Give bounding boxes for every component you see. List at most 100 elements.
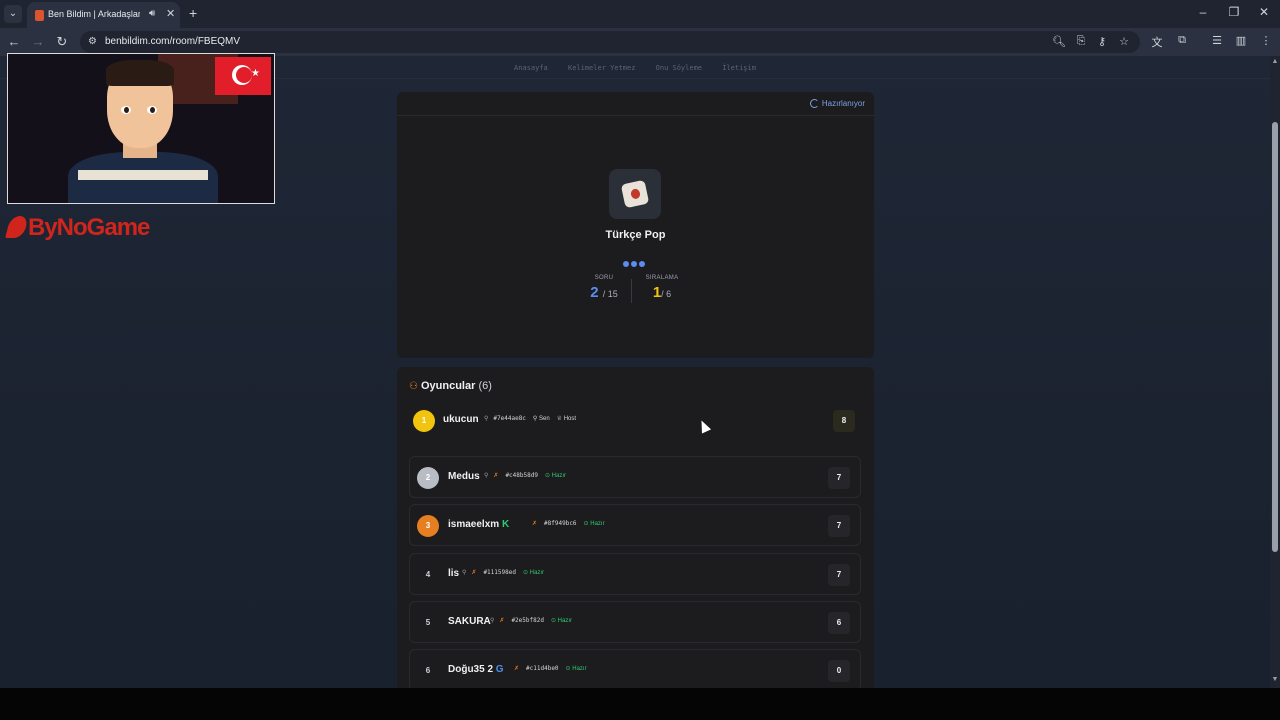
media-controls-icon[interactable]: ☰ bbox=[1209, 34, 1225, 47]
nav-link-taboo[interactable]: Onu Söyleme bbox=[656, 64, 702, 72]
install-app-icon[interactable]: ⎘ bbox=[1073, 35, 1089, 48]
player-row[interactable]: 5 SAKURA ⚲ ✗ #2e5bf82d ⊙ Hazır 6 bbox=[409, 601, 861, 643]
scroll-up-icon[interactable]: ▲ bbox=[1270, 58, 1280, 65]
zoom-icon[interactable]: 🔍︎ bbox=[1051, 35, 1067, 48]
category-icon bbox=[609, 169, 661, 219]
player-id: #7e44ae8c bbox=[493, 415, 526, 422]
rank-label: SIRALAMA bbox=[645, 275, 679, 281]
player-row[interactable]: 4 lis ⚲ ✗ #111598ed ⊙ Hazır 7 bbox=[409, 553, 861, 595]
ready-label: Hazır bbox=[572, 666, 587, 672]
ready-label: Hazır bbox=[529, 570, 544, 576]
player-name: Doğu35 2 G bbox=[448, 664, 504, 675]
close-tab-icon[interactable]: ✕ bbox=[166, 7, 175, 20]
address-bar[interactable]: ⚙ benbildim.com/room/FBEQMV 🔍︎ ⎘ ⚷ ☆ bbox=[80, 31, 1140, 53]
player-row[interactable]: 1 ukucun ⚲ #7e44ae8c ⚲ Sen ♕ Host 8 bbox=[409, 409, 861, 451]
profile-icon[interactable]: ▥ bbox=[1233, 34, 1249, 47]
player-name: lis bbox=[448, 568, 460, 579]
avatar-eye bbox=[147, 106, 157, 114]
card-header-divider bbox=[397, 115, 874, 116]
brand-text: ByNoGame bbox=[28, 214, 150, 241]
rank-total: / 6 bbox=[661, 289, 672, 299]
brand-logo: ByNoGame bbox=[5, 214, 150, 242]
player-name: Medus bbox=[448, 471, 480, 482]
host-badge: ♕ Host bbox=[556, 416, 577, 422]
rank-badge: 1 bbox=[413, 410, 435, 432]
player-score: 7 bbox=[828, 515, 850, 537]
user-icon: ⚲ bbox=[490, 618, 495, 624]
player-row[interactable]: 3 ismaeelxm K ✗ #8f949bc6 ⊙ Hazır 7 bbox=[409, 504, 861, 546]
close-window-icon[interactable]: ✕ bbox=[1254, 5, 1274, 19]
rank-stat: SIRALAMA 1/ 6 bbox=[641, 275, 683, 301]
tab-title: Ben Bildim | Arkadaşlarınla ... bbox=[48, 9, 140, 19]
forward-icon[interactable]: → bbox=[30, 34, 46, 49]
player-row[interactable]: 2 Medus ⚲ ✗ #c48b58d9 ⊙ Hazır 7 bbox=[409, 456, 861, 498]
site-info-icon[interactable]: ⚙ bbox=[88, 36, 97, 47]
kick-icon[interactable]: ✗ bbox=[514, 666, 519, 672]
player-name: SAKURA bbox=[448, 616, 491, 627]
kick-icon[interactable]: ✗ bbox=[493, 473, 498, 479]
category-title: Türkçe Pop bbox=[605, 229, 666, 241]
back-icon[interactable]: ← bbox=[6, 34, 22, 49]
favicon-icon bbox=[35, 10, 44, 21]
rank-current: 1 bbox=[652, 284, 662, 301]
kick-icon[interactable]: ✗ bbox=[471, 570, 476, 576]
new-tab-icon[interactable]: + bbox=[189, 5, 197, 21]
browser-toolbar: ← → ↻ ⚙ benbildim.com/room/FBEQMV 🔍︎ ⎘ ⚷… bbox=[0, 28, 1280, 56]
rank-badge: 4 bbox=[425, 570, 431, 579]
player-score: 6 bbox=[828, 612, 850, 634]
player-id: #8f949bc6 bbox=[544, 520, 577, 527]
players-count: (6) bbox=[478, 380, 492, 392]
kick-icon[interactable]: ✗ bbox=[532, 521, 537, 527]
speaker-icon[interactable]: 🔊︎ bbox=[149, 8, 155, 19]
player-id: #2e5bf82d bbox=[511, 617, 544, 624]
dot bbox=[631, 261, 637, 267]
restore-icon[interactable]: ❐ bbox=[1224, 5, 1244, 19]
player-score: 7 bbox=[828, 467, 850, 489]
question-current: 2 bbox=[590, 284, 599, 301]
page-scrollbar[interactable]: ▲ ▼ bbox=[1270, 56, 1280, 688]
status-indicator: Hazırlanıyor bbox=[809, 99, 865, 108]
pupil bbox=[124, 107, 129, 113]
nav-link-words[interactable]: Kelimeler Yetmez bbox=[568, 64, 635, 72]
users-icon: ⚇ bbox=[409, 381, 418, 392]
player-meta: ⚲ ✗ #2e5bf82d ⊙ Hazır bbox=[490, 617, 572, 624]
ready-status: ⊙ Hazır bbox=[583, 521, 605, 527]
scroll-down-icon[interactable]: ▼ bbox=[1270, 676, 1280, 683]
webcam-overlay: ★ bbox=[7, 53, 275, 204]
user-icon: ⚲ bbox=[484, 416, 489, 422]
minimize-icon[interactable]: – bbox=[1193, 5, 1213, 19]
loading-spinner-icon bbox=[809, 99, 819, 108]
bottom-bar bbox=[0, 688, 1280, 720]
player-score: 0 bbox=[828, 660, 850, 682]
player-row[interactable]: 6 Doğu35 2 G ✗ #c11d4be0 ⊙ Hazır 0 bbox=[409, 649, 861, 688]
pupil bbox=[150, 107, 155, 113]
menu-icon[interactable]: ⋮ bbox=[1258, 34, 1274, 47]
nav-link-home[interactable]: Anasayfa bbox=[514, 64, 548, 72]
url-text[interactable]: benbildim.com/room/FBEQMV bbox=[105, 36, 240, 47]
rank-badge: 5 bbox=[425, 618, 431, 627]
turkish-flag-icon: ★ bbox=[215, 57, 271, 95]
browser-tab[interactable]: Ben Bildim | Arkadaşlarınla ... 🔊︎ ✕ bbox=[27, 2, 180, 28]
player-meta: ✗ #c11d4be0 ⊙ Hazır bbox=[514, 665, 587, 672]
user-icon: ⚲ bbox=[484, 473, 489, 479]
kick-badge-icon: K bbox=[501, 519, 510, 530]
translate-icon[interactable]: 文 bbox=[1149, 34, 1165, 50]
reload-icon[interactable]: ↻ bbox=[54, 34, 70, 50]
tab-search-icon[interactable]: ⌄ bbox=[4, 5, 22, 23]
rank-badge: 3 bbox=[417, 515, 439, 537]
scroll-thumb[interactable] bbox=[1272, 122, 1278, 552]
question-stat: SORU 2 / 15 bbox=[587, 275, 621, 301]
password-key-icon[interactable]: ⚷ bbox=[1094, 35, 1110, 48]
avatar-hair bbox=[106, 60, 174, 86]
players-heading: ⚇ Oyuncular (6) bbox=[409, 380, 492, 392]
game-status-card: Hazırlanıyor Türkçe Pop SORU 2 / 15 SIRA… bbox=[397, 92, 874, 358]
card-pip bbox=[630, 188, 641, 200]
bookmark-star-icon[interactable]: ☆ bbox=[1116, 35, 1132, 48]
player-id: #c48b58d9 bbox=[505, 472, 538, 479]
ready-label: Hazır bbox=[590, 521, 605, 527]
nav-link-contact[interactable]: İletişim bbox=[722, 64, 756, 72]
extensions-icon[interactable]: ⧉ bbox=[1174, 34, 1190, 47]
player-id: #c11d4be0 bbox=[526, 665, 559, 672]
player-meta: ✗ #8f949bc6 ⊙ Hazır bbox=[532, 520, 605, 527]
kick-icon[interactable]: ✗ bbox=[499, 618, 504, 624]
